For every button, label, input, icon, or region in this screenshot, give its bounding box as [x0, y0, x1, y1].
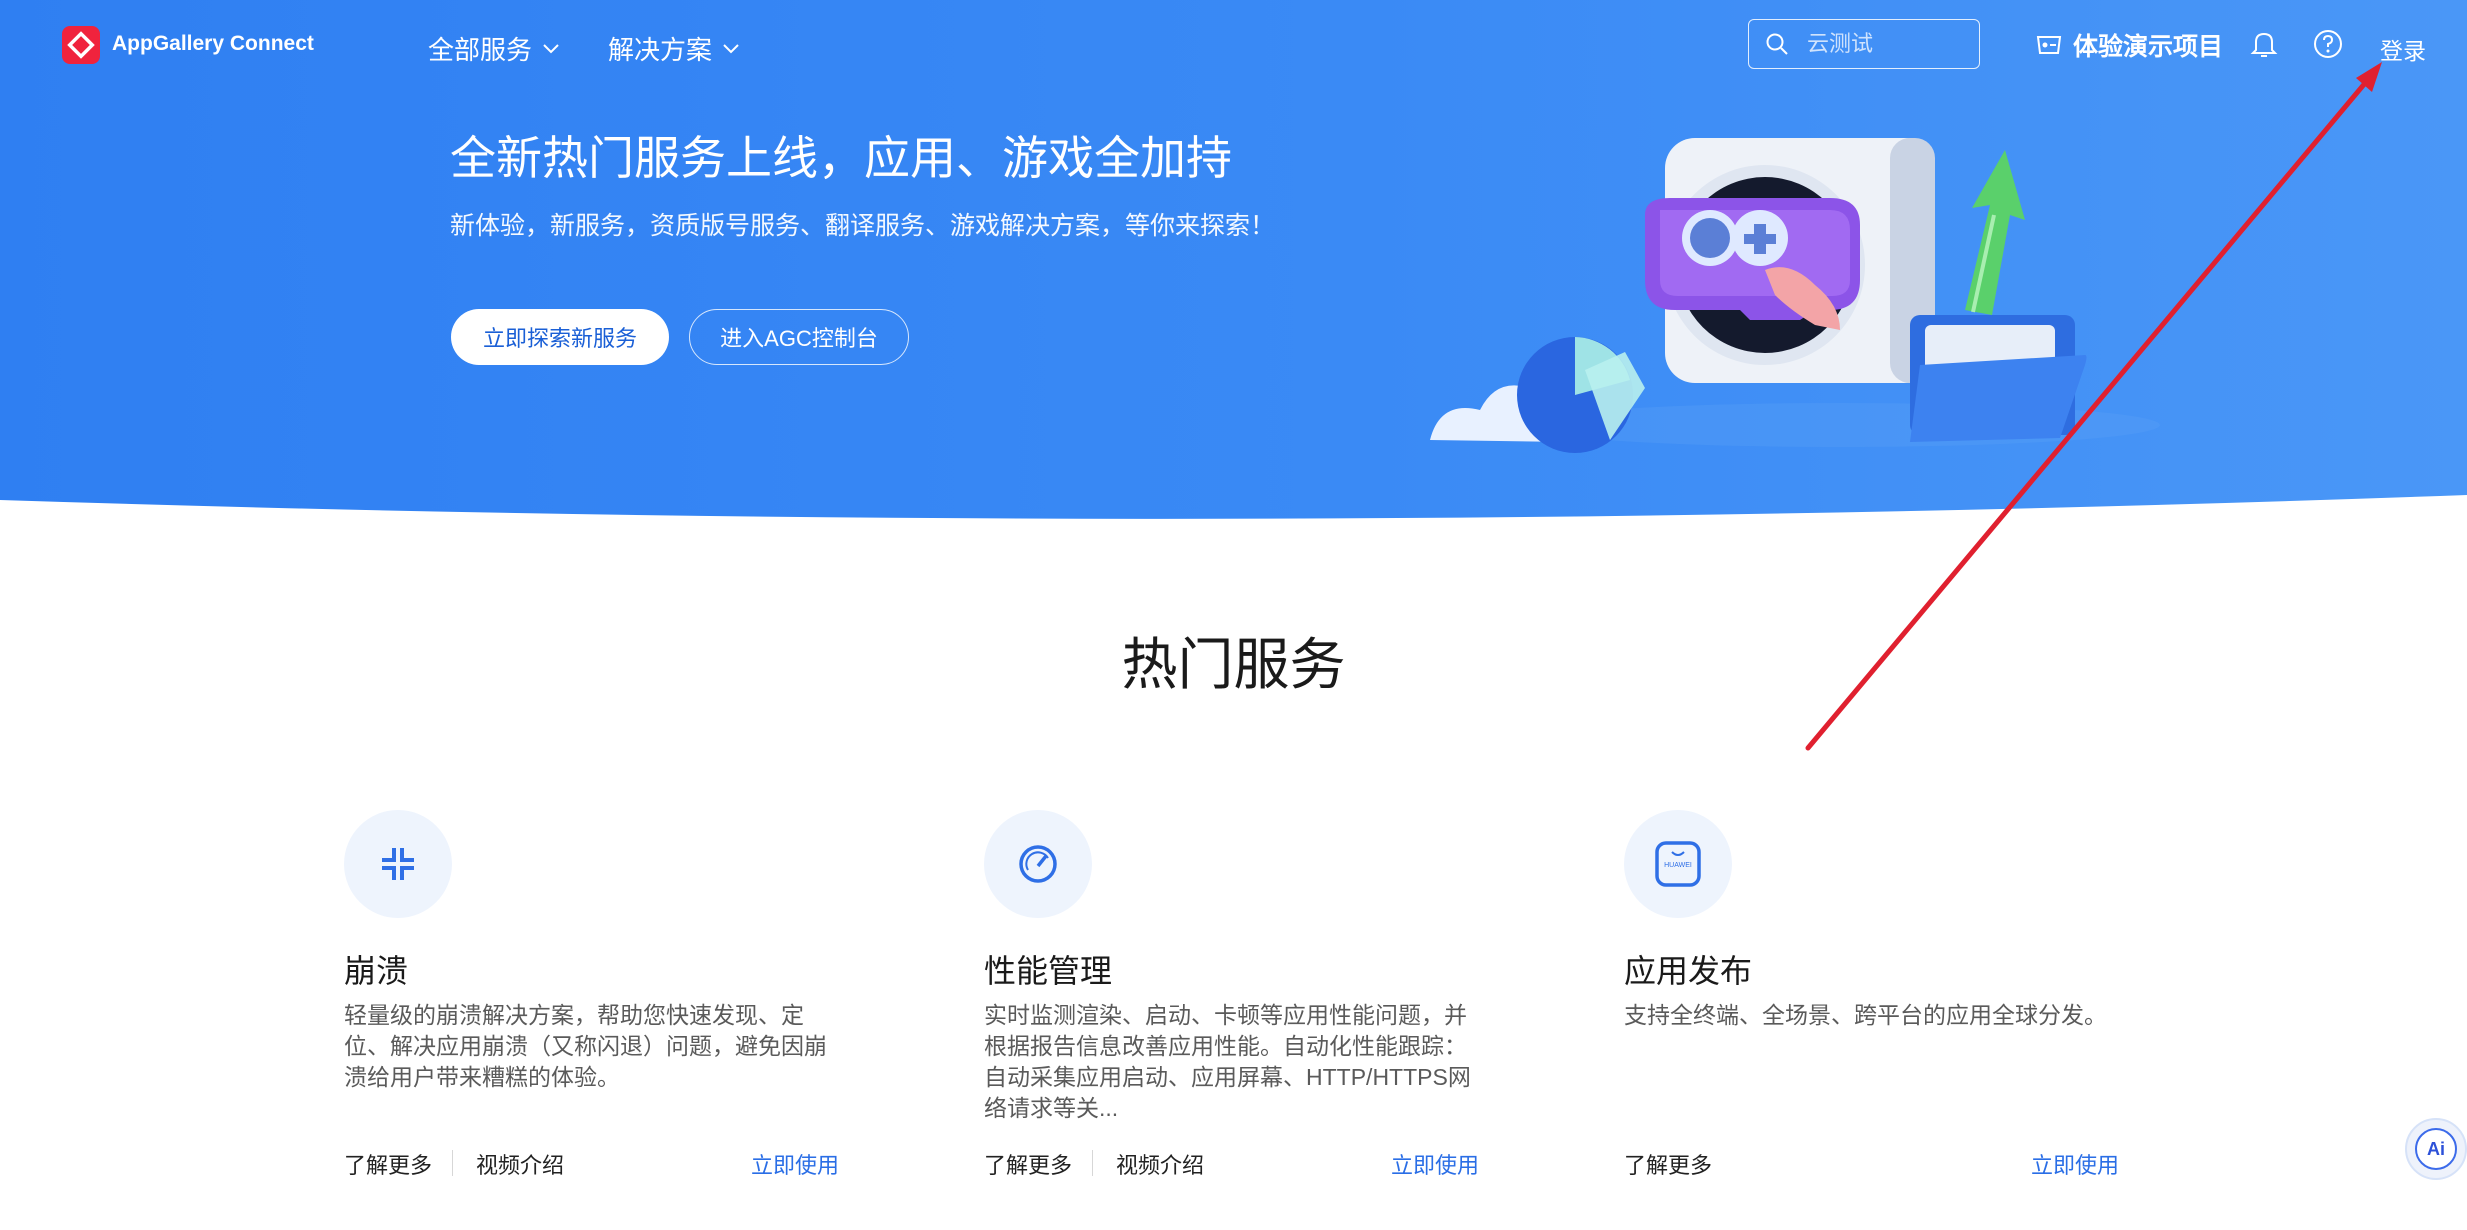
card-description: 实时监测渲染、启动、卡顿等应用性能问题，并根据报告信息改善应用性能。自动化性能跟…	[984, 1002, 1471, 1121]
search-icon	[1766, 33, 1788, 55]
nav-all-services[interactable]: 全部服务	[428, 30, 560, 67]
appgallery-logo[interactable]	[62, 26, 100, 64]
search-input[interactable]	[1805, 20, 1969, 68]
section-title: 热门服务	[1121, 633, 1346, 696]
card-title: 崩溃	[344, 953, 409, 989]
hero-illustration	[1430, 138, 2160, 453]
ai-icon: Ai	[2415, 1128, 2457, 1170]
use-now-link[interactable]: 立即使用	[1391, 1148, 1479, 1180]
video-intro-link[interactable]: 视频介绍	[476, 1148, 564, 1180]
svg-text:HUAWEI: HUAWEI	[1664, 862, 1692, 869]
agc-console-button[interactable]: 进入AGC控制台	[689, 309, 909, 365]
video-intro-link[interactable]: 视频介绍	[1116, 1148, 1204, 1180]
hero-title: 全新热门服务上线，应用、游戏全加持	[450, 132, 1232, 184]
ai-assistant-button[interactable]: Ai	[2405, 1118, 2467, 1180]
service-card-crash: 崩溃 轻量级的崩溃解决方案，帮助您快速发现、定位、解决应用崩溃（又称闪退）问题，…	[344, 810, 864, 1230]
app-gallery-icon: HUAWEI	[1624, 810, 1732, 918]
gauge-icon	[984, 810, 1092, 918]
hero-subtitle: 新体验，新服务，资质版号服务、翻译服务、游戏解决方案，等你来探索！	[450, 212, 1276, 240]
brand-name[interactable]: AppGallery Connect	[112, 32, 314, 56]
card-description: 轻量级的崩溃解决方案，帮助您快速发现、定位、解决应用崩溃（又称闪退）问题，避免因…	[344, 1002, 827, 1090]
divider	[1092, 1150, 1093, 1176]
card-title: 性能管理	[984, 953, 1113, 989]
login-link[interactable]: 登录	[2380, 32, 2426, 66]
divider	[452, 1150, 453, 1176]
explore-services-button[interactable]: 立即探索新服务	[451, 309, 669, 365]
crash-icon	[344, 810, 452, 918]
nav-all-services-label: 全部服务	[428, 35, 533, 65]
demo-project-label: 体验演示项目	[2073, 33, 2224, 61]
search-box[interactable]	[1748, 19, 1980, 69]
demo-project-link[interactable]: 体验演示项目	[2035, 27, 2223, 63]
chevron-down-icon	[543, 43, 559, 53]
nav-solutions-label: 解决方案	[608, 35, 713, 65]
card-description: 支持全终端、全场景、跨平台的应用全球分发。	[1624, 1002, 2107, 1028]
help-icon[interactable]	[2312, 28, 2344, 60]
card-actions: 了解更多 视频介绍 立即使用	[344, 1142, 839, 1182]
use-now-link[interactable]: 立即使用	[751, 1148, 839, 1180]
use-now-link[interactable]: 立即使用	[2031, 1148, 2119, 1180]
top-bar: AppGallery Connect 全部服务 解决方案 体验演示项目 登录	[0, 0, 2467, 92]
learn-more-link[interactable]: 了解更多	[344, 1148, 432, 1180]
chevron-down-icon	[723, 43, 739, 53]
demo-icon	[2036, 36, 2062, 54]
card-actions: 了解更多 立即使用	[1624, 1142, 2119, 1182]
nav-solutions[interactable]: 解决方案	[608, 30, 740, 67]
bell-icon[interactable]	[2248, 28, 2280, 60]
learn-more-link[interactable]: 了解更多	[1624, 1148, 1712, 1180]
learn-more-link[interactable]: 了解更多	[984, 1148, 1072, 1180]
service-card-performance: 性能管理 实时监测渲染、启动、卡顿等应用性能问题，并根据报告信息改善应用性能。自…	[984, 810, 1504, 1230]
card-title: 应用发布	[1624, 953, 1753, 989]
service-card-app-release: HUAWEI 应用发布 支持全终端、全场景、跨平台的应用全球分发。 了解更多 立…	[1624, 810, 2144, 1230]
card-actions: 了解更多 视频介绍 立即使用	[984, 1142, 1479, 1182]
